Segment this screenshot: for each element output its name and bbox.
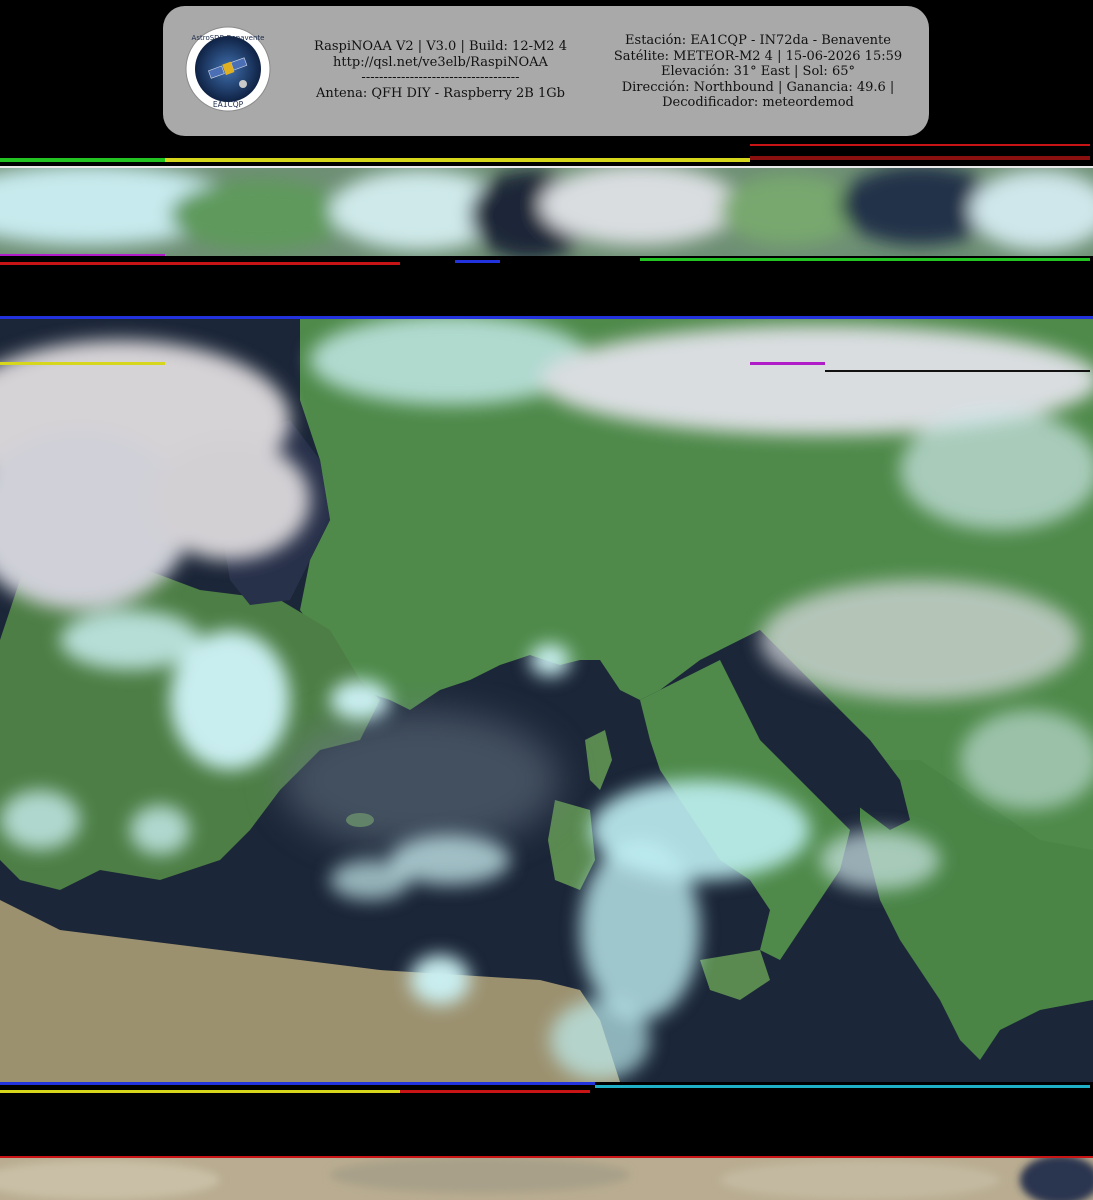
logo-ring-text-bottom: EA1CQP <box>213 100 244 109</box>
imagery-strip-main <box>0 318 1093 1082</box>
station-info: Estación: EA1CQP - IN72da - Benavente <box>625 33 891 48</box>
antenna-info: Antena: QFH DIY - Raspberry 2B 1Gb <box>316 85 565 101</box>
project-url: http://qsl.net/ve3elb/RaspiNOAA <box>333 54 548 70</box>
direction-info: Dirección: Northbound | Ganancia: 49.6 | <box>621 79 895 95</box>
satellite-logo-icon: AstroSDR Benavente EA1CQP <box>185 26 271 112</box>
decoder-info: Decodificador: meteordemod <box>662 95 854 110</box>
header-panel: AstroSDR Benavente EA1CQP RaspiNOAA V2 |… <box>163 6 929 136</box>
elevation-info: Elevación: 31° East | Sol: 65° <box>661 64 855 79</box>
imagery-strip-bottom <box>0 1158 1093 1200</box>
imagery-strip-top <box>0 168 1093 256</box>
software-version: RaspiNOAA V2 | V3.0 | Build: 12-M2 4 <box>314 39 567 54</box>
sun-glint <box>280 710 560 850</box>
software-info: RaspiNOAA V2 | V3.0 | Build: 12-M2 4 htt… <box>293 39 588 101</box>
satellite-info: Satélite: METEOR-M2 4 | 15-06-2026 15:59 <box>613 48 903 64</box>
satellite-image <box>0 144 1093 1200</box>
separator-line: ------------------------------------ <box>361 70 520 85</box>
logo-ring-text-top: AstroSDR Benavente <box>192 34 265 42</box>
pass-info: Estación: EA1CQP - IN72da - Benavente Sa… <box>583 33 933 111</box>
